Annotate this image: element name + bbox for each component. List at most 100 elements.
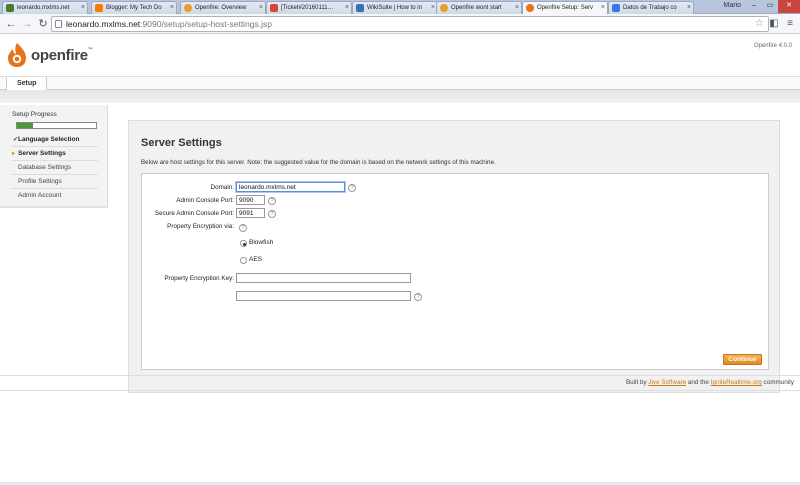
- setup-steps: ✔Language Selection ▸ Server Settings Dat…: [11, 133, 98, 203]
- address-bar[interactable]: leonardo.mxlms.net:9090/setup/setup-host…: [51, 16, 769, 32]
- step-language-selection[interactable]: ✔Language Selection: [11, 133, 98, 147]
- igniterealtime-link[interactable]: IgniteRealtime.org: [711, 379, 762, 386]
- close-tab-icon[interactable]: ×: [687, 2, 691, 14]
- domain-input[interactable]: [236, 182, 345, 192]
- extension-icon[interactable]: ◧: [768, 17, 780, 30]
- tab-title: Openfire wont start: [451, 5, 502, 11]
- page-icon: [55, 20, 62, 28]
- tab-title: WikiSuite | How to in: [367, 5, 422, 11]
- close-tab-icon[interactable]: ×: [431, 2, 435, 14]
- close-window-icon[interactable]: ✕: [778, 0, 800, 13]
- step-label: Database Settings: [18, 164, 72, 171]
- domain-label: Domain:: [210, 184, 234, 191]
- tab-title: leonardo.mxlms.net: [17, 5, 70, 11]
- setup-progress-title: Setup Progress: [12, 111, 57, 118]
- blowfish-label: Blowfish: [249, 239, 274, 246]
- step-label: Language Selection: [18, 136, 80, 143]
- gmail-favicon-icon: [270, 4, 278, 12]
- close-tab-icon[interactable]: ×: [170, 2, 174, 14]
- close-tab-icon[interactable]: ×: [345, 2, 349, 14]
- tab-setup[interactable]: Setup: [6, 77, 48, 91]
- setup-progress-bar: [16, 122, 97, 129]
- back-icon[interactable]: ←: [4, 17, 18, 31]
- footer-text: and the: [686, 379, 711, 386]
- step-database-settings: Database Settings: [11, 161, 98, 175]
- aes-radio[interactable]: [240, 257, 247, 264]
- url-path: :9090/setup/setup-host-settings.jsp: [140, 19, 273, 29]
- docs-favicon-icon: [612, 4, 620, 12]
- progress-fill: [17, 123, 33, 128]
- browser-tab[interactable]: Datos de Trabajo co ×: [608, 1, 694, 14]
- restore-icon[interactable]: ▭: [762, 0, 778, 13]
- bookmark-star-icon[interactable]: ☆: [755, 17, 764, 31]
- browser-user-label[interactable]: Mario: [718, 0, 746, 13]
- openfire-favicon-icon: [184, 4, 192, 12]
- encryption-key-label: Property Encryption Key:: [164, 275, 234, 282]
- wikisuite-favicon-icon: [356, 4, 364, 12]
- aes-label: AES: [249, 256, 263, 263]
- tab-title: Openfire: Overview: [195, 5, 247, 11]
- brand-name: openfire™: [31, 46, 93, 64]
- current-step-arrow-icon: ▸: [12, 151, 16, 157]
- admin-port-input[interactable]: [236, 195, 265, 205]
- step-label: Admin Account: [18, 192, 62, 199]
- flame-logo-icon: [8, 43, 26, 67]
- main-nav: Setup: [0, 76, 800, 91]
- step-label: Server Settings: [18, 150, 66, 157]
- reload-icon[interactable]: ↻: [36, 17, 50, 31]
- encryption-label: Property Encryption via:: [167, 223, 234, 230]
- browser-toolbar: ← → ↻ leonardo.mxlms.net:9090/setup/setu…: [0, 14, 800, 34]
- browser-tab-strip: leonardo.mxlms.net × Blogger: My Tech Do…: [0, 0, 800, 14]
- help-icon[interactable]: ?: [348, 184, 356, 192]
- close-tab-icon[interactable]: ×: [259, 2, 263, 14]
- close-tab-icon[interactable]: ×: [81, 2, 85, 14]
- help-icon[interactable]: ?: [414, 293, 422, 301]
- secure-port-label: Secure Admin Console Port:: [154, 210, 234, 217]
- close-tab-icon[interactable]: ×: [515, 2, 519, 14]
- blogger-favicon-icon: [95, 4, 103, 12]
- version-label: Openfire 4.0.0: [753, 43, 792, 49]
- admin-port-label: Admin Console Port:: [176, 197, 234, 204]
- help-icon[interactable]: ?: [239, 224, 247, 232]
- page-title: Server Settings: [141, 137, 222, 149]
- server-settings-panel: Server Settings Below are host settings …: [128, 120, 780, 393]
- footer-text: community: [761, 379, 794, 386]
- footer-text: Built by: [625, 379, 649, 386]
- forward-icon[interactable]: →: [20, 17, 34, 31]
- step-label: Profile Settings: [18, 178, 62, 185]
- openfire-page: openfire™ Openfire 4.0.0 Setup Setup Pro…: [0, 35, 800, 485]
- site-favicon-icon: [6, 4, 14, 12]
- blowfish-radio[interactable]: [240, 240, 247, 247]
- browser-tab-active[interactable]: Openfire Setup: Serv ×: [522, 1, 608, 14]
- secure-port-input[interactable]: [236, 208, 265, 218]
- jive-software-link[interactable]: Jive Software: [648, 379, 686, 386]
- close-tab-icon[interactable]: ×: [601, 2, 605, 14]
- footer: Built by Jive Software and the IgniteRea…: [0, 375, 800, 391]
- page-description: Below are host settings for this server.…: [141, 159, 496, 166]
- menu-icon[interactable]: ≡: [784, 17, 796, 30]
- browser-tab[interactable]: Openfire: Overview ×: [180, 1, 266, 14]
- browser-tab[interactable]: Openfire wont start ×: [436, 1, 522, 14]
- minimize-icon[interactable]: –: [746, 0, 762, 13]
- encryption-key-input[interactable]: [236, 273, 411, 283]
- help-icon[interactable]: ?: [268, 197, 276, 205]
- setup-progress-sidebar: Setup Progress ✔Language Selection ▸ Serv…: [0, 105, 108, 208]
- step-admin-account: Admin Account: [11, 189, 98, 203]
- browser-tab[interactable]: [Ticket#20160111… ×: [266, 1, 352, 14]
- continue-button[interactable]: Continue: [723, 354, 762, 365]
- browser-tab[interactable]: leonardo.mxlms.net ×: [2, 1, 88, 14]
- url-host: leonardo.mxlms.net: [66, 19, 141, 29]
- tab-title: Datos de Trabajo co: [623, 5, 677, 11]
- openfire-logo: openfire™: [6, 40, 93, 70]
- help-icon[interactable]: ?: [268, 210, 276, 218]
- tab-title: [Ticket#20160111…: [281, 5, 334, 11]
- tab-title: Openfire Setup: Serv: [537, 5, 594, 11]
- header-band: [0, 90, 800, 103]
- encryption-key-confirm-input[interactable]: [236, 291, 411, 301]
- step-server-settings[interactable]: ▸ Server Settings: [11, 147, 98, 161]
- window-controls: Mario – ▭ ✕: [718, 0, 800, 13]
- footer-credits: Built by Jive Software and the IgniteRea…: [626, 379, 794, 386]
- browser-tab[interactable]: WikiSuite | How to in ×: [352, 1, 438, 14]
- browser-tab[interactable]: Blogger: My Tech Do ×: [91, 1, 177, 14]
- host-settings-form: Domain: ? Admin Console Port: ? Secure A…: [141, 173, 769, 370]
